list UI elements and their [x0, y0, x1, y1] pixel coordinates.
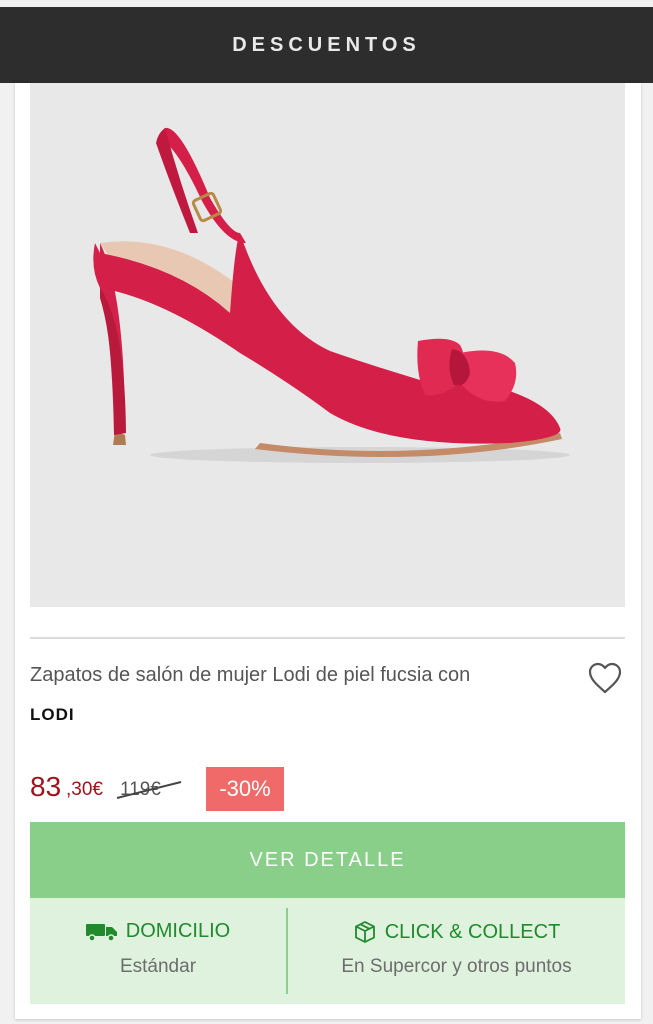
box-icon — [354, 921, 375, 943]
click-collect-label: CLICK & COLLECT — [384, 920, 561, 943]
current-price-decimal: ,30€ — [66, 779, 103, 800]
divider — [30, 637, 625, 639]
truck-icon — [85, 923, 117, 942]
home-delivery-option[interactable]: DOMICILIO Estándar — [30, 898, 286, 1004]
current-price-integer: 83 — [30, 771, 62, 802]
wishlist-heart-icon[interactable] — [587, 661, 623, 695]
click-collect-option[interactable]: CLICK & COLLECT En Supercor y otros punt… — [288, 898, 625, 1004]
product-title[interactable]: Zapatos de salón de mujer Lodi de piel f… — [30, 661, 550, 689]
page-title: DESCUENTOS — [232, 33, 421, 56]
product-card[interactable]: Zapatos de salón de mujer Lodi de piel f… — [15, 83, 641, 1019]
shoe-illustration — [30, 83, 625, 607]
product-brand: LODI — [30, 705, 75, 724]
top-header-bar: DESCUENTOS — [0, 7, 653, 83]
view-detail-button[interactable]: VER DETALLE — [30, 822, 625, 898]
discount-badge: -30% — [206, 767, 284, 811]
delivery-options: DOMICILIO Estándar CLICK & COLLECT En Su… — [30, 898, 625, 1004]
home-delivery-sub: Estándar — [119, 956, 197, 977]
home-delivery-label: DOMICILIO — [125, 920, 231, 942]
click-collect-sub: En Supercor y otros puntos — [341, 956, 572, 977]
product-image[interactable] — [30, 83, 625, 607]
